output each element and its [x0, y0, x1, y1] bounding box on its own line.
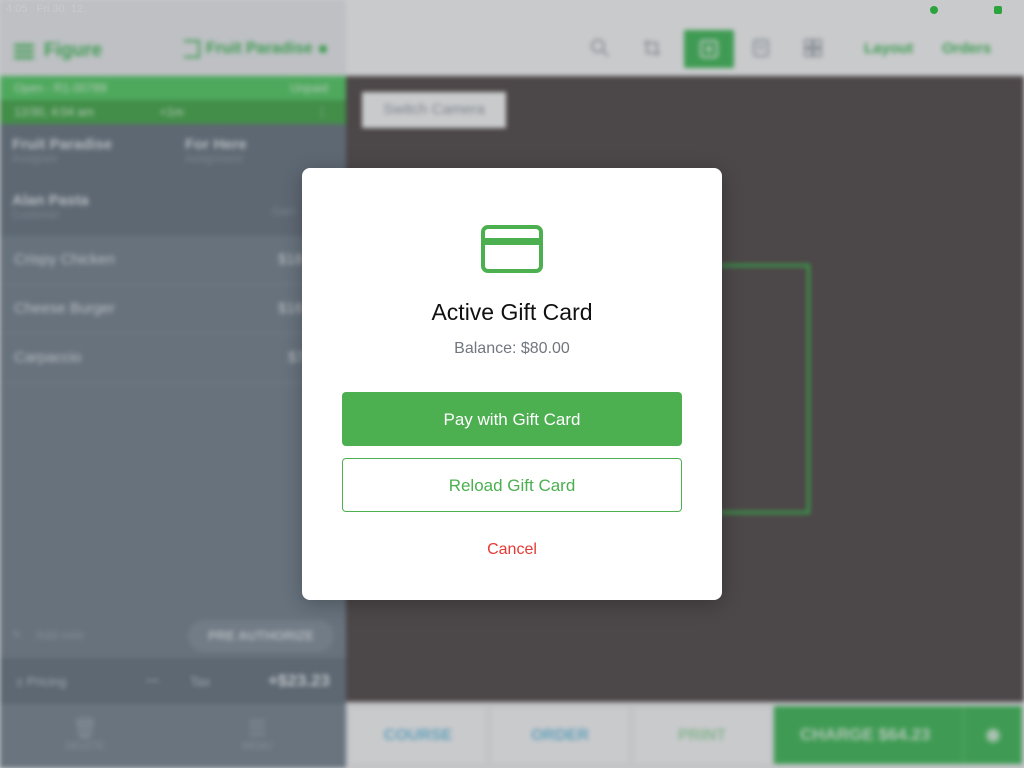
reload-gift-card-button[interactable]: Reload Gift Card — [342, 458, 682, 512]
pay-with-gift-card-button[interactable]: Pay with Gift Card — [342, 392, 682, 446]
gift-card-balance: Balance: $80.00 — [454, 340, 570, 357]
cancel-button[interactable]: Cancel — [412, 534, 612, 566]
credit-card-icon — [481, 225, 543, 273]
dialog-title: Active Gift Card — [431, 299, 593, 325]
gift-card-dialog: Active Gift Card Balance: $80.00 Pay wit… — [302, 168, 722, 600]
